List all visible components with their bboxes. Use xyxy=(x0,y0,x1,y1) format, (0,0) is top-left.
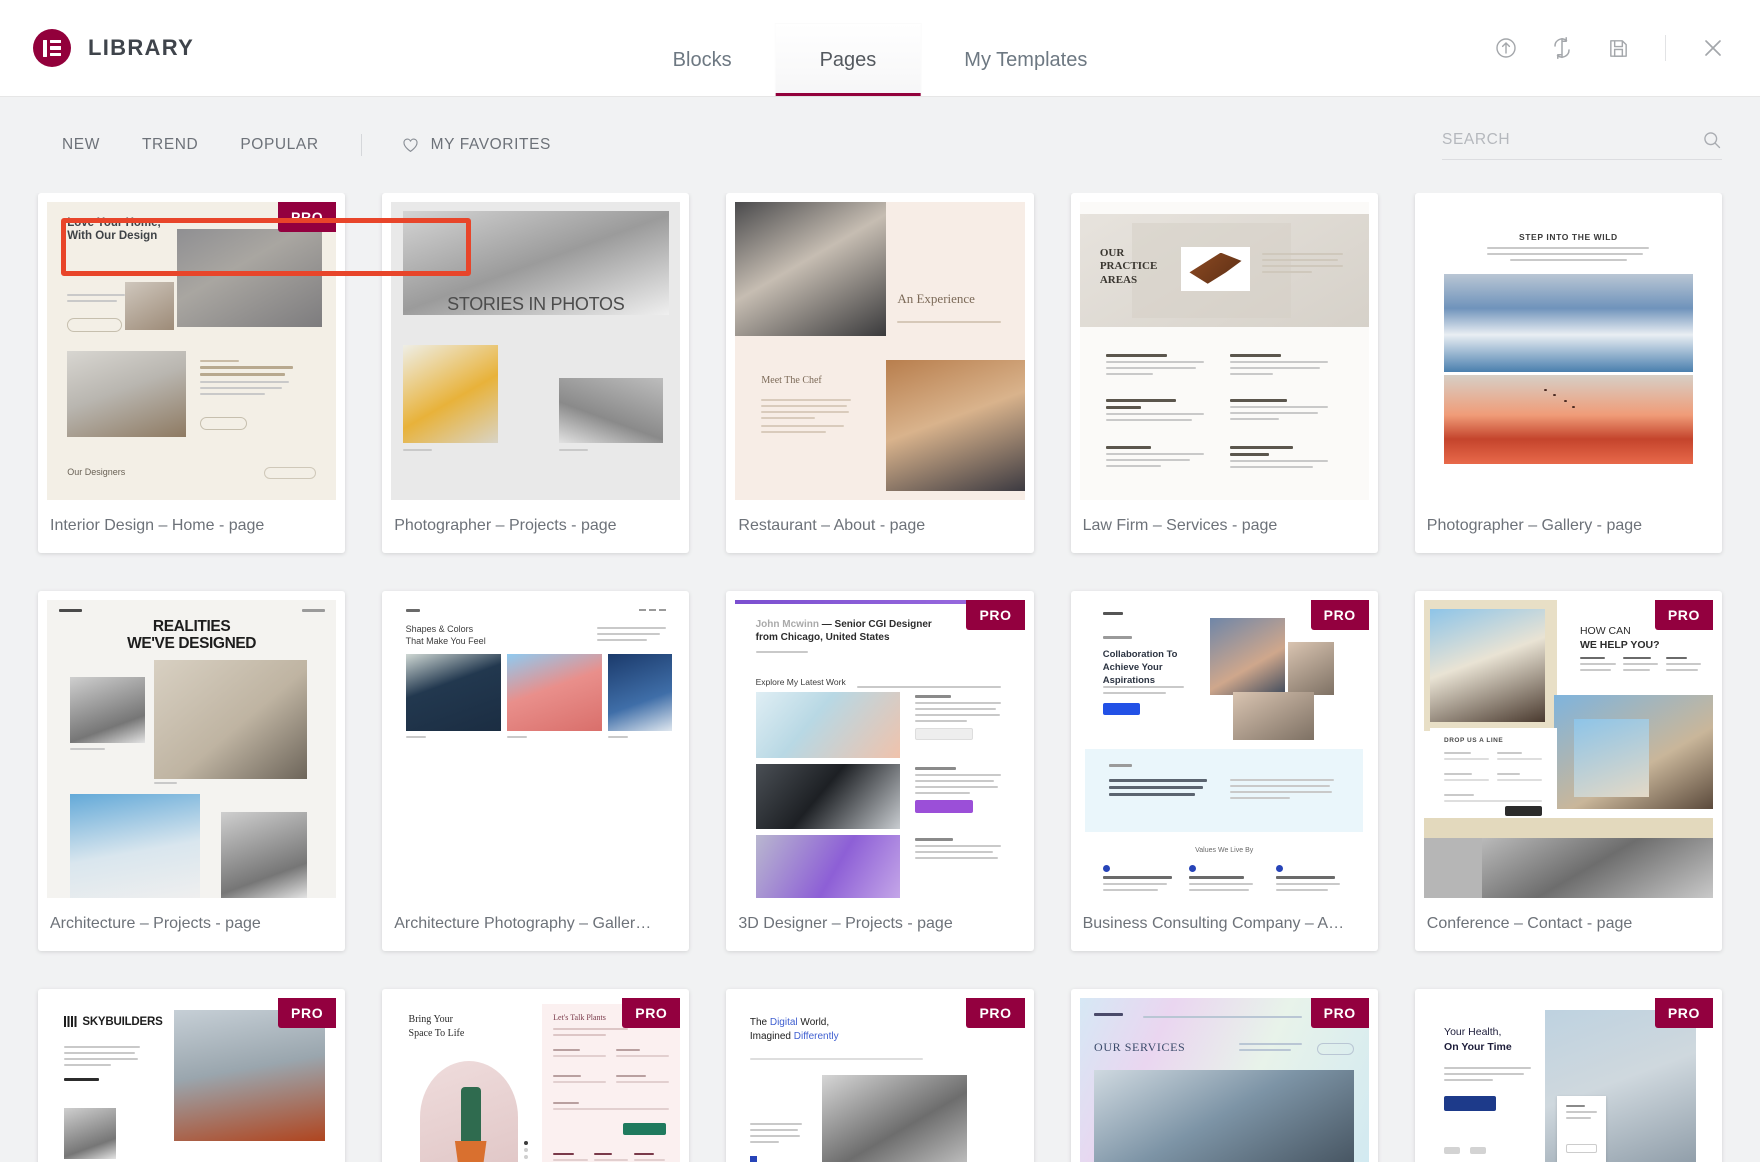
template-preview: The Digital World,Imagined Differently P… xyxy=(735,998,1024,1162)
filter-trend[interactable]: TREND xyxy=(142,130,198,160)
template-preview: OURPRACTICEAREAS xyxy=(1080,202,1369,500)
pro-badge: PRO xyxy=(966,600,1024,630)
template-title: Interior Design – Home - page xyxy=(38,500,345,553)
template-preview: OUR SERVICES SERVICES OUR SERVICES OUR S… xyxy=(1080,998,1369,1162)
template-preview: An Experience Meet The Chef xyxy=(735,202,1024,500)
tab-bar: Blocks Pages My Templates xyxy=(629,0,1132,96)
header-actions xyxy=(1493,35,1760,61)
modal-header: LIBRARY Blocks Pages My Templates xyxy=(0,0,1760,97)
header-divider xyxy=(1665,35,1666,61)
pro-badge: PRO xyxy=(1655,600,1713,630)
template-title: Business Consulting Company – A… xyxy=(1071,898,1378,951)
template-card[interactable]: REALITIESWE'VE DESIGNED Architecture – P… xyxy=(38,591,345,951)
template-preview: Your Health,On Your Time xyxy=(1424,998,1713,1162)
filter-my-favorites[interactable]: MY FAVORITES xyxy=(402,130,551,160)
sync-icon[interactable] xyxy=(1549,35,1575,61)
template-card[interactable]: OUR SERVICES SERVICES OUR SERVICES OUR S… xyxy=(1071,989,1378,1162)
template-preview: SKYBUILDERS PRO xyxy=(47,998,336,1162)
template-preview: STEP INTO THE WILD xyxy=(1424,202,1713,500)
filter-my-favorites-label: MY FAVORITES xyxy=(431,136,551,154)
template-card[interactable]: STORIES IN PHOTOS Photographer – Project… xyxy=(382,193,689,553)
template-card[interactable]: STEP INTO THE WILD xyxy=(1415,193,1722,553)
template-card[interactable]: Collaboration ToAchieve YourAspirations xyxy=(1071,591,1378,951)
template-title: Law Firm – Services - page xyxy=(1071,500,1378,553)
elementor-logo-icon xyxy=(33,29,71,67)
template-title: 3D Designer – Projects - page xyxy=(726,898,1033,951)
template-preview: Collaboration ToAchieve YourAspirations xyxy=(1080,600,1369,898)
filter-popular[interactable]: POPULAR xyxy=(240,130,318,160)
template-preview: Love Your Home,With Our Design xyxy=(47,202,336,500)
template-preview: STORIES IN PHOTOS xyxy=(391,202,680,500)
template-title: Restaurant – About - page xyxy=(726,500,1033,553)
pro-badge: PRO xyxy=(278,998,336,1028)
template-title: Photographer – Gallery - page xyxy=(1415,500,1722,553)
template-card[interactable]: SKYBUILDERS PRO xyxy=(38,989,345,1162)
tab-blocks[interactable]: Blocks xyxy=(629,24,776,96)
template-card[interactable]: HOW CANWE HELP YOU? DROP US A LINE xyxy=(1415,591,1722,951)
search-icon[interactable] xyxy=(1702,130,1722,150)
close-icon[interactable] xyxy=(1700,35,1726,61)
save-icon[interactable] xyxy=(1605,35,1631,61)
brand: LIBRARY xyxy=(0,29,194,67)
template-title: Photographer – Projects - page xyxy=(382,500,689,553)
template-card[interactable]: Shapes & ColorsThat Make You Feel Archit… xyxy=(382,591,689,951)
pro-badge: PRO xyxy=(278,202,336,232)
filter-group: NEW TREND POPULAR MY FAVORITES xyxy=(38,130,551,160)
template-grid: Love Your Home,With Our Design xyxy=(38,193,1722,1162)
search-box[interactable] xyxy=(1442,130,1722,160)
search-input[interactable] xyxy=(1442,131,1702,149)
template-preview: John Mcwinn — Senior CGI Designerfrom Ch… xyxy=(735,600,1024,898)
pro-badge: PRO xyxy=(1655,998,1713,1028)
filter-divider xyxy=(361,134,362,156)
filter-toolbar: NEW TREND POPULAR MY FAVORITES xyxy=(0,97,1760,193)
tab-pages[interactable]: Pages xyxy=(776,24,921,96)
pro-badge: PRO xyxy=(966,998,1024,1028)
template-card[interactable]: The Digital World,Imagined Differently P… xyxy=(726,989,1033,1162)
library-modal: LIBRARY Blocks Pages My Templates xyxy=(0,0,1760,1162)
template-card[interactable]: OURPRACTICEAREAS xyxy=(1071,193,1378,553)
template-card[interactable]: Love Your Home,With Our Design xyxy=(38,193,345,553)
pro-badge: PRO xyxy=(1311,600,1369,630)
template-card[interactable]: Bring YourSpace To Life Let's Talk Plant… xyxy=(382,989,689,1162)
heart-icon xyxy=(402,137,419,153)
tab-my-templates[interactable]: My Templates xyxy=(920,24,1131,96)
template-preview: REALITIESWE'VE DESIGNED xyxy=(47,600,336,898)
template-preview: Bring YourSpace To Life Let's Talk Plant… xyxy=(391,998,680,1162)
template-preview: Shapes & ColorsThat Make You Feel xyxy=(391,600,680,898)
page-title: LIBRARY xyxy=(88,35,194,61)
template-title: Conference – Contact - page xyxy=(1415,898,1722,951)
template-card[interactable]: An Experience Meet The Chef Restaurant –… xyxy=(726,193,1033,553)
template-grid-scroll[interactable]: Love Your Home,With Our Design xyxy=(0,193,1760,1162)
upload-icon[interactable] xyxy=(1493,35,1519,61)
pro-badge: PRO xyxy=(1311,998,1369,1028)
filter-new[interactable]: NEW xyxy=(62,130,100,160)
template-card[interactable]: John Mcwinn — Senior CGI Designerfrom Ch… xyxy=(726,591,1033,951)
template-title: Architecture Photography – Galler… xyxy=(382,898,689,951)
template-card[interactable]: Your Health,On Your Time xyxy=(1415,989,1722,1162)
pro-badge: PRO xyxy=(622,998,680,1028)
template-title: Architecture – Projects - page xyxy=(38,898,345,951)
template-preview: HOW CANWE HELP YOU? DROP US A LINE xyxy=(1424,600,1713,898)
